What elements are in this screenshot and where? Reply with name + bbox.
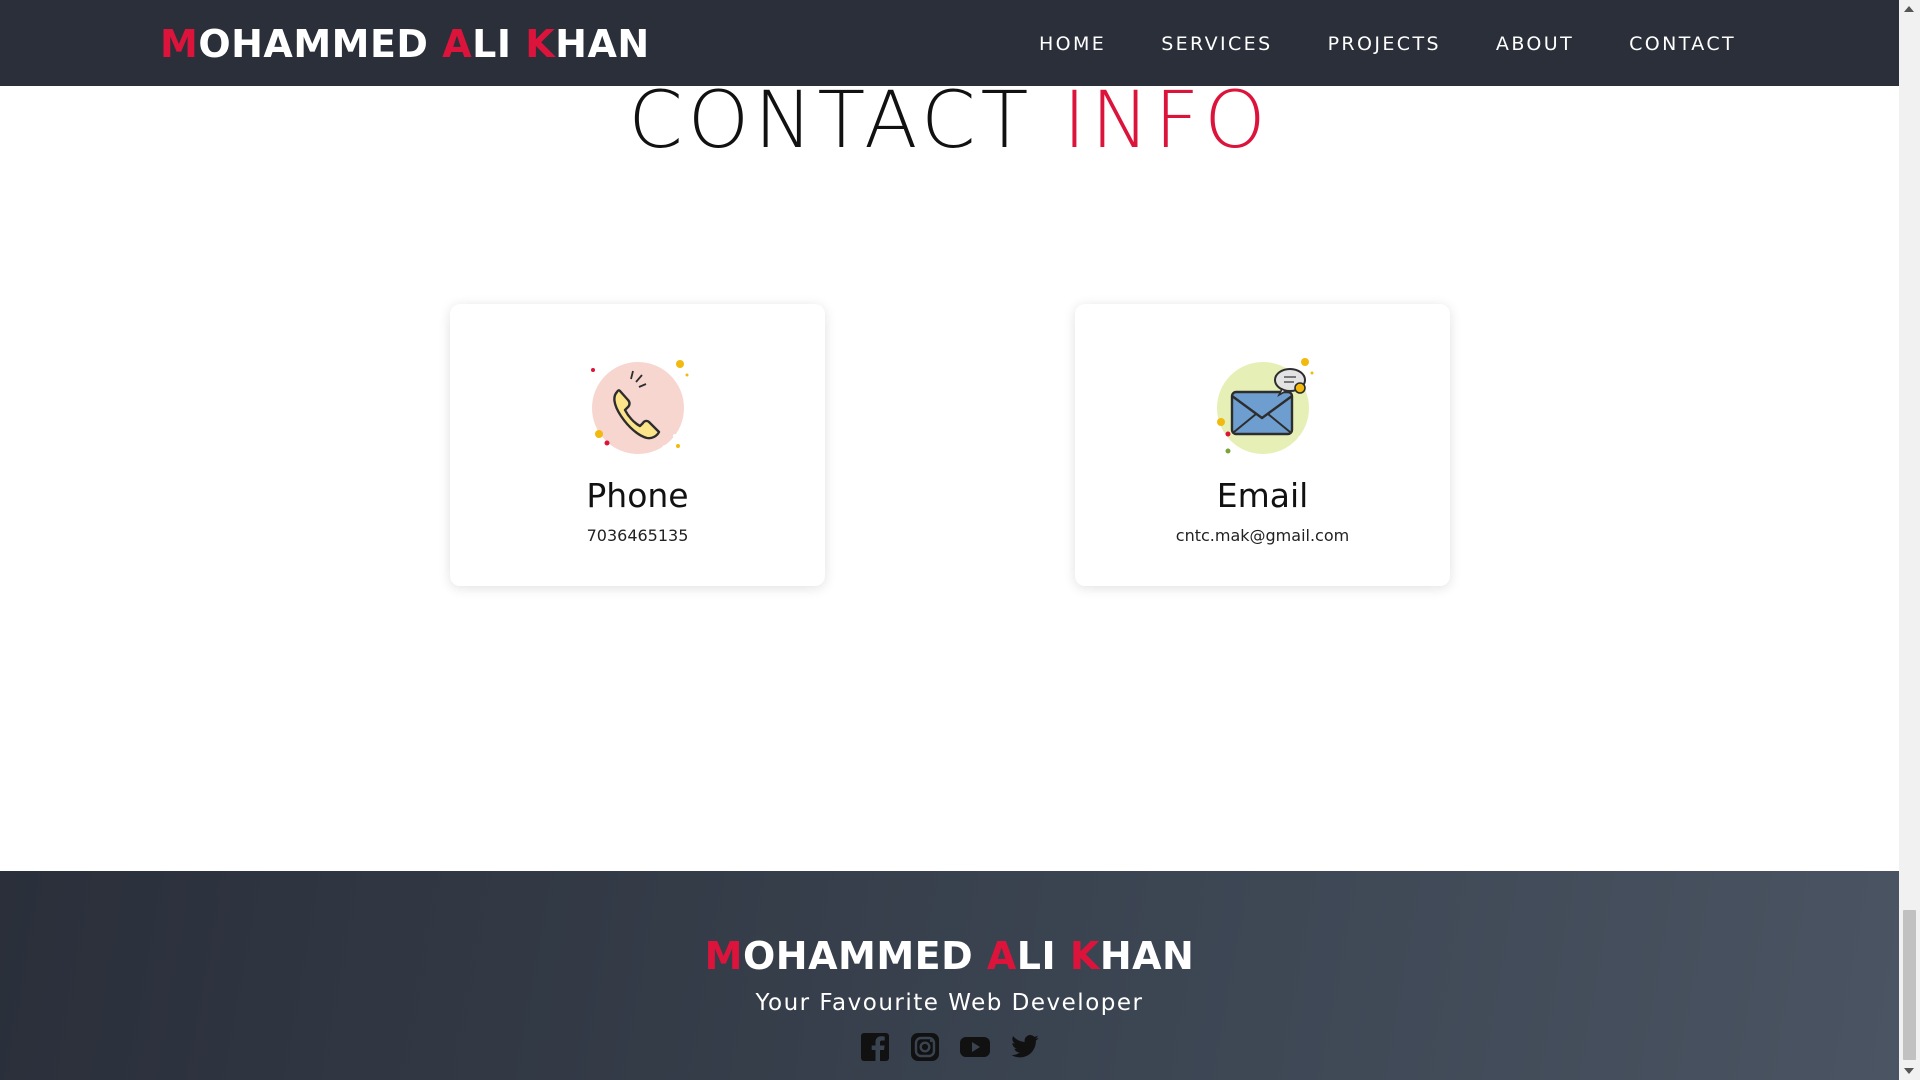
- brand-letter-a: A: [442, 22, 473, 66]
- social-links: [0, 1032, 1899, 1062]
- email-card-title: Email: [1216, 476, 1309, 515]
- navbar: MOHAMMED ALI KHAN HOME SERVICES PROJECTS…: [0, 0, 1899, 86]
- nav-home[interactable]: HOME: [1039, 33, 1106, 55]
- brand-letter-k: K: [525, 22, 556, 66]
- facebook-icon[interactable]: [860, 1032, 890, 1062]
- footer: MOHAMMED ALI KHAN Your Favourite Web Dev…: [0, 871, 1899, 1080]
- phone-card[interactable]: Phone 7036465135: [450, 304, 825, 586]
- instagram-icon[interactable]: [910, 1032, 940, 1062]
- scroll-up-arrow-icon[interactable]: [1904, 6, 1914, 12]
- footer-brand-letter-k: K: [1069, 934, 1100, 978]
- nav-about[interactable]: ABOUT: [1496, 33, 1574, 55]
- footer-brand-letter-a: A: [986, 934, 1017, 978]
- footer-brand-logo[interactable]: MOHAMMED ALI KHAN: [0, 934, 1899, 978]
- scroll-down-arrow-icon[interactable]: [1904, 1068, 1914, 1074]
- brand-text-li: LI: [472, 22, 526, 66]
- footer-brand-text-ohammed: OHAMMED: [742, 934, 987, 978]
- brand-text-han: HAN: [555, 22, 650, 66]
- scroll-thumb[interactable]: [1903, 910, 1916, 1060]
- brand-letter-m: M: [160, 22, 199, 66]
- vertical-scrollbar[interactable]: [1899, 0, 1920, 1080]
- section-title: CONTACT INFO: [0, 76, 1899, 166]
- footer-brand-text-li: LI: [1016, 934, 1070, 978]
- footer-brand-letter-m: M: [704, 934, 743, 978]
- nav-contact[interactable]: CONTACT: [1629, 33, 1736, 55]
- footer-tagline: Your Favourite Web Developer: [755, 990, 1144, 1016]
- section-title-accent: INFO: [1063, 76, 1271, 166]
- email-card[interactable]: Email cntc.mak@gmail.com: [1075, 304, 1450, 586]
- youtube-icon[interactable]: [959, 1032, 990, 1062]
- nav-projects[interactable]: PROJECTS: [1328, 33, 1441, 55]
- twitter-icon[interactable]: [1010, 1032, 1040, 1062]
- brand-text-ohammed: OHAMMED: [198, 22, 443, 66]
- footer-brand-text-han: HAN: [1099, 934, 1195, 978]
- phone-card-title: Phone: [586, 476, 689, 515]
- email-icon: [1208, 352, 1318, 462]
- phone-icon: [583, 352, 693, 462]
- email-address[interactable]: cntc.mak@gmail.com: [1075, 526, 1450, 545]
- phone-number[interactable]: 7036465135: [450, 526, 825, 545]
- nav-services[interactable]: SERVICES: [1161, 33, 1272, 55]
- nav-links: HOME SERVICES PROJECTS ABOUT CONTACT: [1039, 33, 1736, 55]
- section-title-main: CONTACT: [628, 76, 1064, 166]
- brand-logo[interactable]: MOHAMMED ALI KHAN: [160, 22, 650, 66]
